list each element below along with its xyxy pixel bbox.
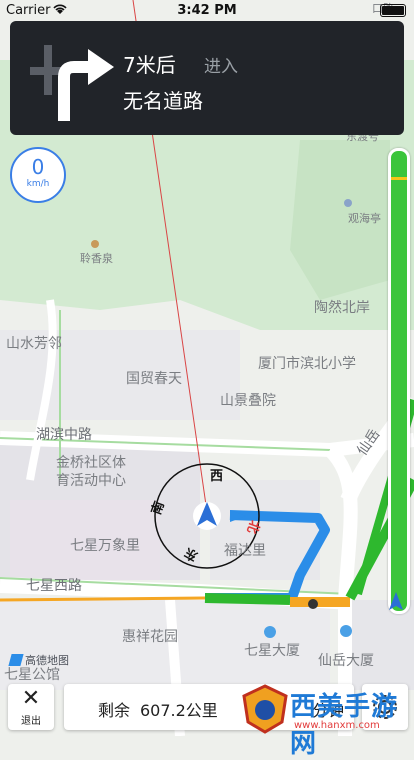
poi-marker (344, 199, 352, 207)
speedometer: 0 km/h (10, 147, 66, 203)
road-label: 七星西路 (26, 578, 82, 594)
close-icon: ✕ (21, 686, 41, 711)
map-label: 福达里 (224, 543, 266, 559)
watermark-shield-icon (242, 684, 288, 734)
route-line (0, 596, 206, 602)
map-label: 育活动中心 (56, 473, 126, 489)
map-label: 七星大厦 (244, 643, 300, 659)
map-label: 厦门市滨北小学 (258, 356, 356, 372)
exit-label: 退出 (21, 716, 41, 727)
route-line (204, 593, 291, 605)
battery-icon (380, 4, 406, 17)
route-progress-bar (388, 148, 410, 614)
road-label: 湖滨中路 (36, 427, 92, 443)
status-bar: Carrier 3:42 PM (0, 0, 414, 20)
poi-marker (340, 625, 352, 637)
map-label: 山水芳邻 (6, 336, 62, 352)
map-label: 惠祥花园 (122, 629, 178, 645)
camera-icon (308, 599, 318, 609)
navigation-banner[interactable]: 7米后 进入 无名道路 (10, 21, 404, 135)
speed-value: 0 (31, 155, 45, 179)
turn-distance: 7米后 (123, 53, 176, 77)
status-time: 3:42 PM (177, 3, 237, 18)
watermark-url: www.hanxm.com (294, 720, 380, 731)
map-label: 仙岳大厦 (318, 653, 374, 669)
site-watermark: 西美手游网 www.hanxm.com (238, 682, 414, 759)
map-label: 陶然北岸 (314, 300, 370, 316)
vehicle-arrow-icon (193, 502, 221, 530)
route-progress-marker (391, 177, 407, 180)
amap-logo-icon (8, 654, 24, 666)
map-label: 七星万象里 (70, 538, 140, 554)
exit-button[interactable]: ✕ 退出 (8, 684, 54, 730)
remaining-distance: 607.2公里 (140, 701, 218, 720)
remaining-label: 剩余 (98, 701, 131, 720)
poi-marker (91, 240, 99, 248)
map-label: 国贸春天 (126, 371, 182, 387)
map-label: 聆香泉 (80, 252, 113, 265)
amap-logo: 高德地图 (8, 652, 69, 668)
poi-marker (264, 626, 276, 638)
speed-unit: km/h (26, 179, 50, 189)
map-label: 金桥社区体 (56, 455, 126, 471)
next-road-name: 无名道路 (123, 89, 203, 113)
compass-west: 西 (210, 469, 224, 484)
map-label: 山景叠院 (220, 393, 276, 409)
map-label: 观海亭 (348, 212, 381, 225)
vehicle-position-icon (389, 592, 403, 610)
logo-text: 高德地图 (25, 654, 69, 667)
turn-action: 进入 (204, 57, 238, 77)
turn-right-arrow-icon (30, 45, 114, 121)
